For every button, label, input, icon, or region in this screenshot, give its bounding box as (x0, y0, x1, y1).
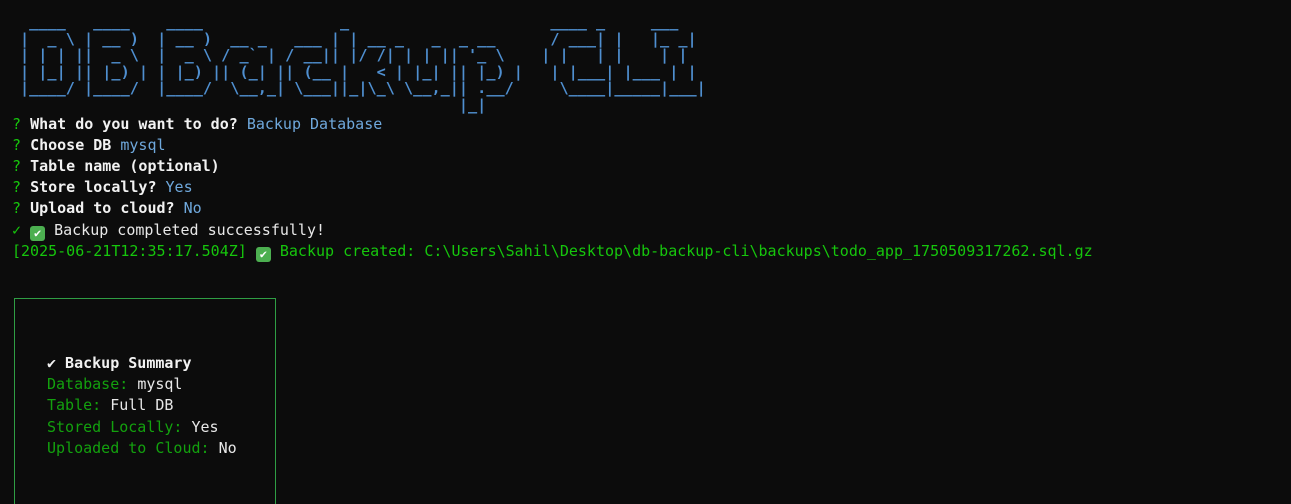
prompt-answer: mysql (120, 135, 166, 154)
summary-value: Full DB (110, 396, 174, 415)
status-message: Backup completed successfully! (54, 220, 326, 239)
question-mark-icon: ? (12, 178, 22, 197)
prompt-answer: Backup Database (246, 114, 383, 133)
prompt-line-db: ? Choose DB mysql (12, 135, 1291, 156)
summary-row-database: Database: mysql (47, 374, 275, 395)
summary-value: Yes (191, 417, 219, 436)
log-line: [2025-06-21T12:35:17.504Z] ✔ Backup crea… (12, 241, 1291, 262)
summary-key: Uploaded to Cloud: (47, 438, 210, 457)
prompt-line-table: ? Table name (optional) (12, 156, 1291, 177)
question-mark-icon: ? (12, 199, 22, 218)
log-message: Backup created: C:\Users\Sahil\Desktop\d… (279, 241, 1093, 260)
prompt-answer: No (183, 199, 202, 218)
green-check-icon: ✔ (255, 246, 271, 262)
summary-key: Table: (47, 396, 102, 415)
summary-key: Stored Locally: (47, 417, 183, 436)
prompt-question: What do you want to do? (30, 114, 238, 133)
summary-row-table: Table: Full DB (47, 395, 275, 416)
prompt-line-local: ? Store locally? Yes (12, 177, 1291, 198)
prompt-question: Store locally? (30, 178, 157, 197)
question-mark-icon: ? (12, 156, 22, 175)
summary-key: Database: (47, 375, 129, 394)
prompt-line-cloud: ? Upload to cloud? No (12, 198, 1291, 219)
summary-row-stored-locally: Stored Locally: Yes (47, 417, 275, 438)
summary-row-uploaded-cloud: Uploaded to Cloud: No (47, 438, 275, 459)
terminal-window: ____ ____ ____ _ ____ _ ___ | _ \ | __ )… (0, 0, 1291, 504)
prompt-question: Upload to cloud? (30, 199, 175, 218)
ascii-banner: ____ ____ ____ _ ____ _ ___ | _ \ | __ )… (20, 13, 706, 114)
backup-summary-box: ✔ Backup Summary Database: mysql Table: … (14, 298, 276, 504)
status-line: ✓ ✔ Backup completed successfully! (12, 220, 1291, 241)
prompt-line-action: ? What do you want to do? Backup Databas… (12, 114, 1291, 135)
summary-title: ✔ Backup Summary (47, 354, 192, 372)
prompt-list: ? What do you want to do? Backup Databas… (12, 114, 1291, 262)
checkmark-icon: ✓ (12, 220, 22, 239)
question-mark-icon: ? (12, 135, 22, 154)
green-check-icon: ✔ (30, 225, 46, 241)
summary-value: No (218, 438, 237, 457)
prompt-answer: Yes (165, 178, 193, 197)
log-timestamp: [2025-06-21T12:35:17.504Z] (12, 241, 247, 260)
prompt-question: Choose DB (30, 135, 112, 154)
prompt-question: Table name (optional) (30, 156, 220, 175)
summary-value: mysql (137, 375, 183, 394)
question-mark-icon: ? (12, 114, 22, 133)
